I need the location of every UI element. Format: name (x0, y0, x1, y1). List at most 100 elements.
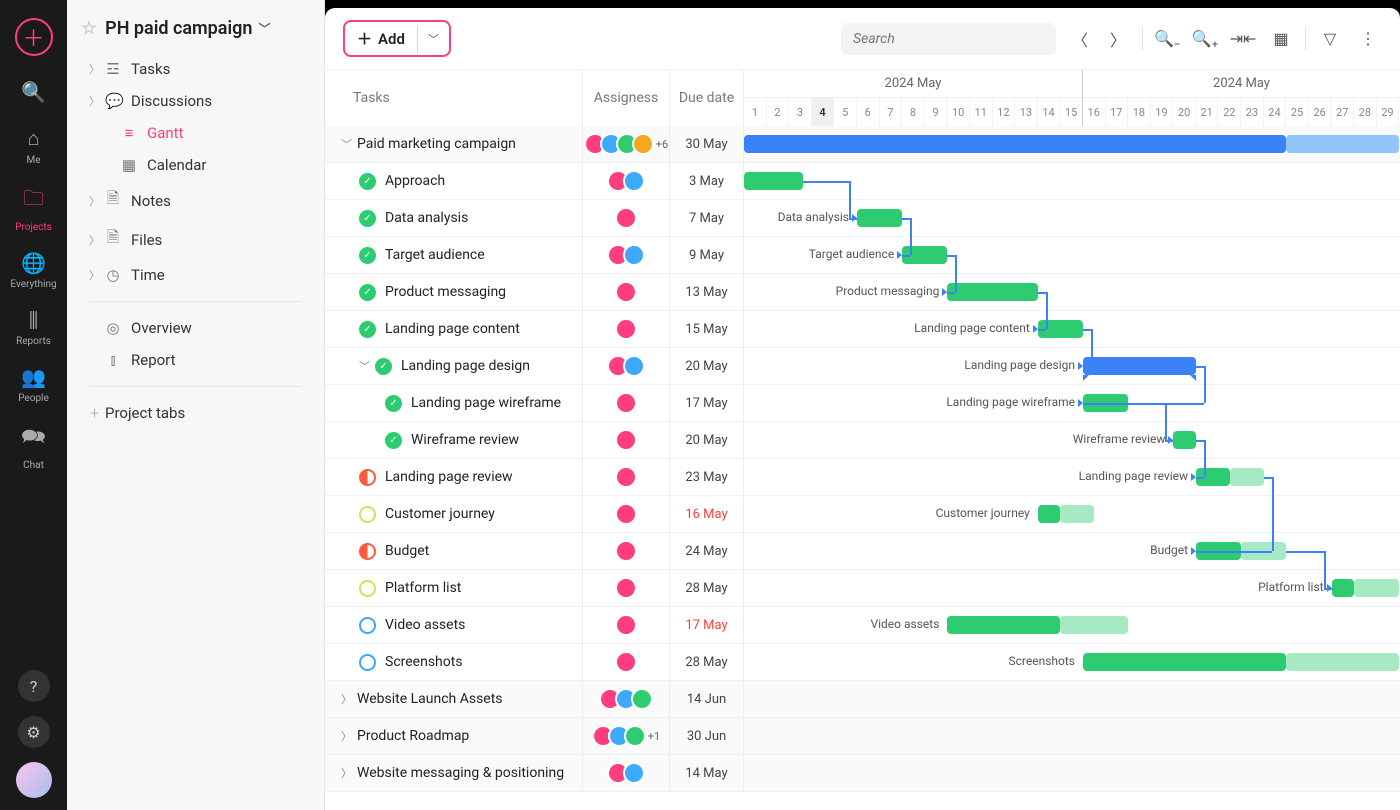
status-icon[interactable]: ✓ (359, 210, 376, 227)
gantt-bar-tail[interactable] (1241, 542, 1286, 560)
task-cell[interactable]: Budget (325, 533, 583, 569)
assignee-avatars[interactable] (607, 762, 645, 784)
filter-button[interactable]: ▽ (1316, 25, 1344, 53)
search-input[interactable] (841, 23, 1056, 55)
task-cell[interactable]: ✓ Target audience (325, 237, 583, 273)
due-cell[interactable]: 28 May (670, 644, 744, 680)
due-cell[interactable]: 9 May (670, 237, 744, 273)
assignee-avatars[interactable] (607, 170, 645, 192)
nav-files[interactable]: 〉 🗎 Files (67, 220, 324, 259)
due-cell[interactable]: 7 May (670, 200, 744, 236)
project-tabs-button[interactable]: ＋ Project tabs (67, 397, 324, 429)
gantt-bar[interactable] (1038, 505, 1061, 523)
rail-item-reports[interactable]: ⫼ Reports (10, 308, 56, 347)
assignee-avatars[interactable] (607, 355, 645, 377)
expand-toggle[interactable]: ﹀ (359, 358, 369, 374)
task-cell[interactable]: Video assets (325, 607, 583, 643)
gantt-cell[interactable]: Data analysis (744, 200, 1400, 236)
assignee-cell[interactable] (583, 163, 670, 199)
task-cell[interactable]: ✓ Wireframe review (325, 422, 583, 458)
day-header[interactable]: 17 (1106, 98, 1129, 126)
rail-item-people[interactable]: 👥 People (10, 365, 56, 404)
task-cell[interactable]: ✓ Landing page content (325, 311, 583, 347)
gantt-bar[interactable] (902, 246, 947, 264)
task-cell[interactable]: 〉 Website messaging & positioning (325, 755, 583, 791)
gantt-bar[interactable] (947, 283, 1037, 301)
status-icon[interactable] (359, 506, 376, 523)
task-cell[interactable]: 〉 Website Launch Assets (325, 681, 583, 717)
gantt-bar[interactable] (857, 209, 902, 227)
day-header[interactable]: 13 (1015, 98, 1038, 126)
rail-item-everything[interactable]: 🌐 Everything (10, 251, 56, 290)
task-cell[interactable]: ✓ Landing page wireframe (325, 385, 583, 421)
gantt-cell[interactable] (744, 681, 1400, 717)
gantt-bar[interactable] (1173, 431, 1196, 449)
due-cell[interactable]: 16 May (670, 496, 744, 532)
due-cell[interactable]: 20 May (670, 348, 744, 384)
project-selector[interactable]: ☆ PH paid campaign ﹀ (67, 12, 324, 53)
user-avatar[interactable] (16, 762, 52, 798)
day-header[interactable]: 15 (1060, 98, 1083, 126)
assignee-avatars[interactable] (615, 614, 637, 636)
day-header[interactable]: 22 (1218, 98, 1241, 126)
gantt-bar-tail[interactable] (1230, 468, 1264, 486)
task-cell[interactable]: ✓ Data analysis (325, 200, 583, 236)
due-cell[interactable]: 30 May (670, 126, 744, 162)
add-dropdown[interactable]: ﹀ (417, 25, 449, 53)
assignee-cell[interactable] (583, 755, 670, 791)
more-button[interactable]: ⋮ (1354, 25, 1382, 53)
due-cell[interactable]: 13 May (670, 274, 744, 310)
nav-gantt[interactable]: ≡ Gantt (67, 117, 324, 149)
rail-item-projects[interactable]: 🗀 Projects (10, 184, 56, 233)
day-header[interactable]: 23 (1241, 98, 1264, 126)
assignee-avatars[interactable] (615, 577, 637, 599)
nav-tasks[interactable]: 〉 ☲ Tasks (67, 53, 324, 85)
gantt-cell[interactable]: Landing page content (744, 311, 1400, 347)
gantt-bar-tail[interactable] (1060, 505, 1094, 523)
due-cell[interactable]: 20 May (670, 422, 744, 458)
day-header[interactable]: 9 (925, 98, 948, 126)
due-cell[interactable]: 14 Jun (670, 681, 744, 717)
task-cell[interactable]: ﹀ ✓ Landing page design (325, 348, 583, 384)
status-icon[interactable]: ✓ (359, 284, 376, 301)
rail-search[interactable]: 🔍 (0, 80, 67, 108)
task-cell[interactable]: Screenshots (325, 644, 583, 680)
due-cell[interactable]: 17 May (670, 607, 744, 643)
status-icon[interactable] (359, 543, 376, 560)
day-header[interactable]: 11 (970, 98, 993, 126)
nav-calendar[interactable]: ▦ Calendar (67, 149, 324, 181)
day-header[interactable]: 4 (812, 98, 835, 126)
day-header[interactable]: 28 (1354, 98, 1377, 126)
assignee-cell[interactable] (583, 459, 670, 495)
assignee-cell[interactable] (583, 274, 670, 310)
day-header[interactable]: 6 (857, 98, 880, 126)
gantt-cell[interactable]: Landing page review (744, 459, 1400, 495)
zoom-out-button[interactable]: 🔍₋ (1153, 25, 1181, 53)
assignee-avatars[interactable] (607, 244, 645, 266)
assignee-cell[interactable] (583, 237, 670, 273)
gantt-cell[interactable] (744, 126, 1400, 162)
day-header[interactable]: 21 (1196, 98, 1219, 126)
day-header[interactable]: 5 (834, 98, 857, 126)
due-cell[interactable]: 17 May (670, 385, 744, 421)
assignee-avatars[interactable] (615, 207, 637, 229)
assignee-avatars[interactable] (615, 466, 637, 488)
assignee-avatars[interactable] (615, 318, 637, 340)
task-cell[interactable]: Landing page review (325, 459, 583, 495)
day-header[interactable]: 3 (789, 98, 812, 126)
gantt-cell[interactable]: Budget (744, 533, 1400, 569)
day-header[interactable]: 16 (1083, 98, 1106, 126)
gantt-bar[interactable] (744, 172, 803, 190)
day-header[interactable]: 12 (993, 98, 1016, 126)
gantt-cell[interactable]: Video assets (744, 607, 1400, 643)
gantt-bar[interactable] (1083, 394, 1128, 412)
gantt-cell[interactable] (744, 755, 1400, 791)
assignee-cell[interactable] (583, 533, 670, 569)
status-icon[interactable]: ✓ (359, 247, 376, 264)
task-cell[interactable]: ✓ Approach (325, 163, 583, 199)
gantt-bar-tail[interactable] (1286, 135, 1399, 153)
rail-item-me[interactable]: ⌂ Me (10, 126, 56, 166)
status-icon[interactable]: ✓ (359, 173, 376, 190)
day-header[interactable]: 25 (1286, 98, 1309, 126)
assignee-cell[interactable]: +6 (583, 126, 670, 162)
